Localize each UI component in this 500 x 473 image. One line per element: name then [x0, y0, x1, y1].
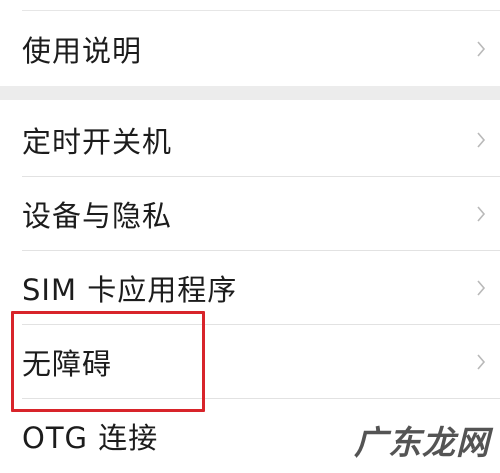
settings-group-top: 使用说明 — [0, 0, 500, 86]
settings-item-label: 设备与隐私 — [22, 198, 173, 233]
settings-item-label: 使用说明 — [22, 33, 143, 68]
chevron-right-icon — [477, 279, 486, 296]
chevron-right-icon — [477, 40, 486, 57]
chevron-right-icon — [477, 205, 486, 222]
settings-item-label: 定时开关机 — [22, 124, 173, 159]
settings-item-label: SIM 卡应用程序 — [22, 272, 238, 307]
divider — [22, 10, 500, 11]
chevron-right-icon — [477, 353, 486, 370]
settings-item-instructions[interactable]: 使用说明 — [0, 12, 500, 85]
settings-item-device-privacy[interactable]: 设备与隐私 — [0, 177, 500, 250]
chevron-right-icon — [477, 131, 486, 148]
watermark-logo: 广东龙网 — [354, 423, 490, 462]
highlight-box — [11, 311, 205, 412]
settings-item-label: OTG 连接 — [22, 420, 159, 455]
settings-item-scheduled-power[interactable]: 定时开关机 — [0, 103, 500, 176]
